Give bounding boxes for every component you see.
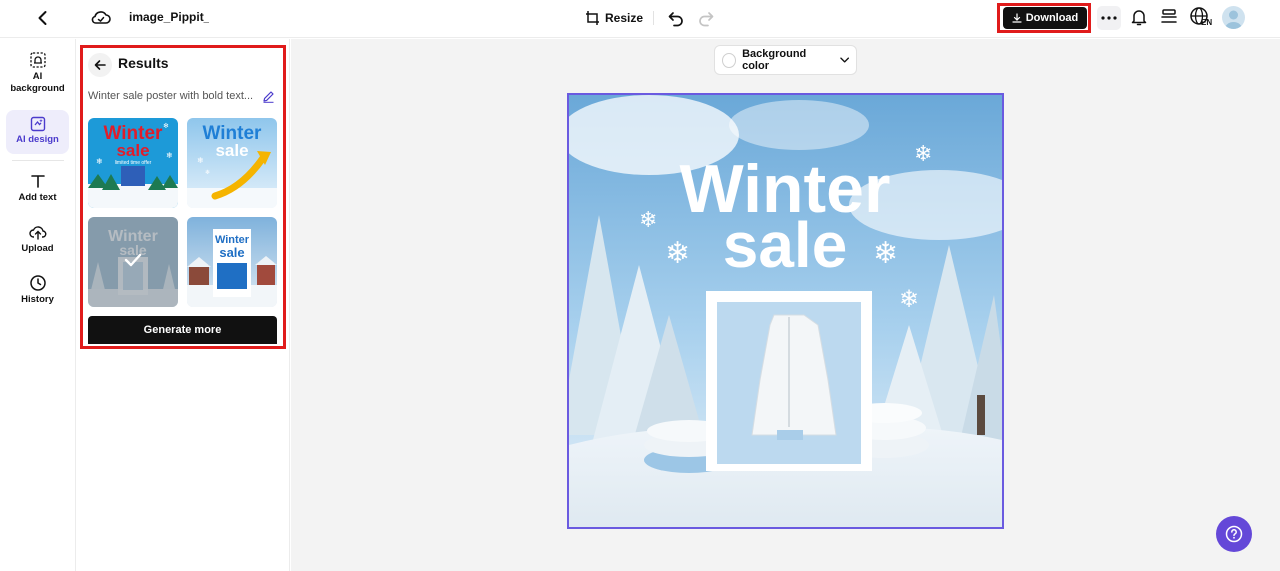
generate-more-button[interactable]: Generate more — [88, 316, 277, 344]
download-label: Download — [1025, 12, 1079, 24]
background-color-label: Background color — [742, 48, 807, 72]
back-arrow-icon[interactable] — [33, 8, 53, 28]
toolbar-divider — [653, 11, 654, 25]
undo-icon[interactable] — [666, 8, 686, 28]
results-title: Results — [118, 55, 169, 71]
color-swatch — [722, 52, 737, 68]
user-avatar-icon — [1225, 10, 1242, 29]
rail-divider — [12, 160, 64, 161]
rail-label-add-text: Add text — [18, 192, 57, 203]
thumbnail-1-image: Winter sale limited time offer ❄❄ ❄ — [88, 118, 178, 208]
top-bar: image_Pippit_20 Resize Download — [0, 0, 1280, 38]
rail-item-add-text[interactable]: Add text — [6, 172, 69, 204]
poster-subheadline: sale — [723, 209, 848, 281]
svg-text:❄: ❄ — [914, 141, 932, 166]
layers-icon[interactable] — [1159, 7, 1179, 27]
rail-label-history: History — [21, 294, 54, 305]
download-button[interactable]: Download — [1003, 7, 1087, 29]
redo-icon[interactable] — [696, 8, 716, 28]
cloud-sync-icon[interactable] — [90, 8, 112, 28]
avatar[interactable] — [1222, 6, 1245, 29]
rail-item-upload[interactable]: Upload — [6, 223, 69, 255]
question-mark-icon — [1225, 525, 1243, 543]
text-icon — [30, 175, 45, 188]
more-dots-icon — [1101, 16, 1117, 20]
chevron-down-icon — [839, 57, 849, 63]
svg-text:❄: ❄ — [899, 286, 919, 313]
resize-button[interactable]: Resize — [585, 8, 643, 28]
poster-image: Winter sale ❄ ❄ ❄ ❄ ❄ — [569, 95, 1002, 527]
download-icon — [1012, 13, 1022, 23]
rail-item-ai-background[interactable]: AI background — [6, 51, 69, 95]
background-color-dropdown[interactable]: Background color — [714, 45, 857, 75]
svg-text:❄: ❄ — [639, 207, 657, 232]
help-button[interactable] — [1216, 516, 1252, 552]
thumb-4-sub: sale — [219, 245, 244, 260]
thumb-2-sub: sale — [215, 141, 248, 160]
bell-icon[interactable] — [1129, 7, 1149, 27]
result-thumbnail-4[interactable]: Winter sale — [187, 217, 277, 307]
rail-item-history[interactable]: History — [6, 274, 69, 306]
upload-icon — [28, 226, 46, 240]
rail-label-ai-background: AI background — [10, 71, 65, 94]
rail-item-ai-design[interactable]: AI design — [6, 110, 69, 154]
language-selector[interactable]: EN — [1189, 6, 1213, 30]
svg-text:❄: ❄ — [665, 237, 690, 270]
arrow-left-icon — [94, 60, 106, 70]
prompt-text: Winter sale poster with bold text... — [88, 90, 254, 102]
resize-label: Resize — [605, 11, 644, 25]
selected-check-icon — [124, 253, 142, 267]
svg-text:❄: ❄ — [163, 122, 169, 130]
file-name[interactable]: image_Pippit_20 — [129, 10, 209, 24]
thumb-1-sub: sale — [116, 141, 149, 160]
svg-text:❄: ❄ — [197, 156, 204, 165]
ai-design-icon — [30, 116, 45, 132]
rail-label-ai-design: AI design — [16, 134, 59, 145]
history-icon — [29, 275, 46, 291]
thumb-1-tagline: limited time offer — [115, 160, 152, 166]
svg-text:❄: ❄ — [873, 237, 898, 270]
ai-background-icon — [29, 52, 46, 68]
language-code: EN — [1201, 18, 1213, 27]
thumbnail-4-image: Winter sale — [187, 217, 277, 307]
rail-label-upload: Upload — [21, 243, 54, 254]
svg-text:❄: ❄ — [166, 151, 173, 160]
result-thumbnail-1[interactable]: Winter sale limited time offer ❄ ❄ ❄ — [88, 118, 178, 208]
thumbnail-2-image: Winter sale ❄❄ — [187, 118, 277, 208]
svg-text:❄: ❄ — [96, 157, 103, 166]
results-back-button[interactable] — [88, 53, 112, 77]
result-thumbnail-2[interactable]: Winter sale ❄ ❄ — [187, 118, 277, 208]
more-options-button[interactable] — [1097, 6, 1121, 30]
resize-icon — [586, 11, 599, 25]
edit-pencil-icon[interactable] — [262, 90, 275, 103]
svg-text:❄: ❄ — [205, 169, 210, 176]
poster-canvas[interactable]: Winter sale ❄ ❄ ❄ ❄ ❄ — [567, 93, 1004, 529]
result-thumbnail-3[interactable]: Winter sale — [88, 217, 178, 307]
